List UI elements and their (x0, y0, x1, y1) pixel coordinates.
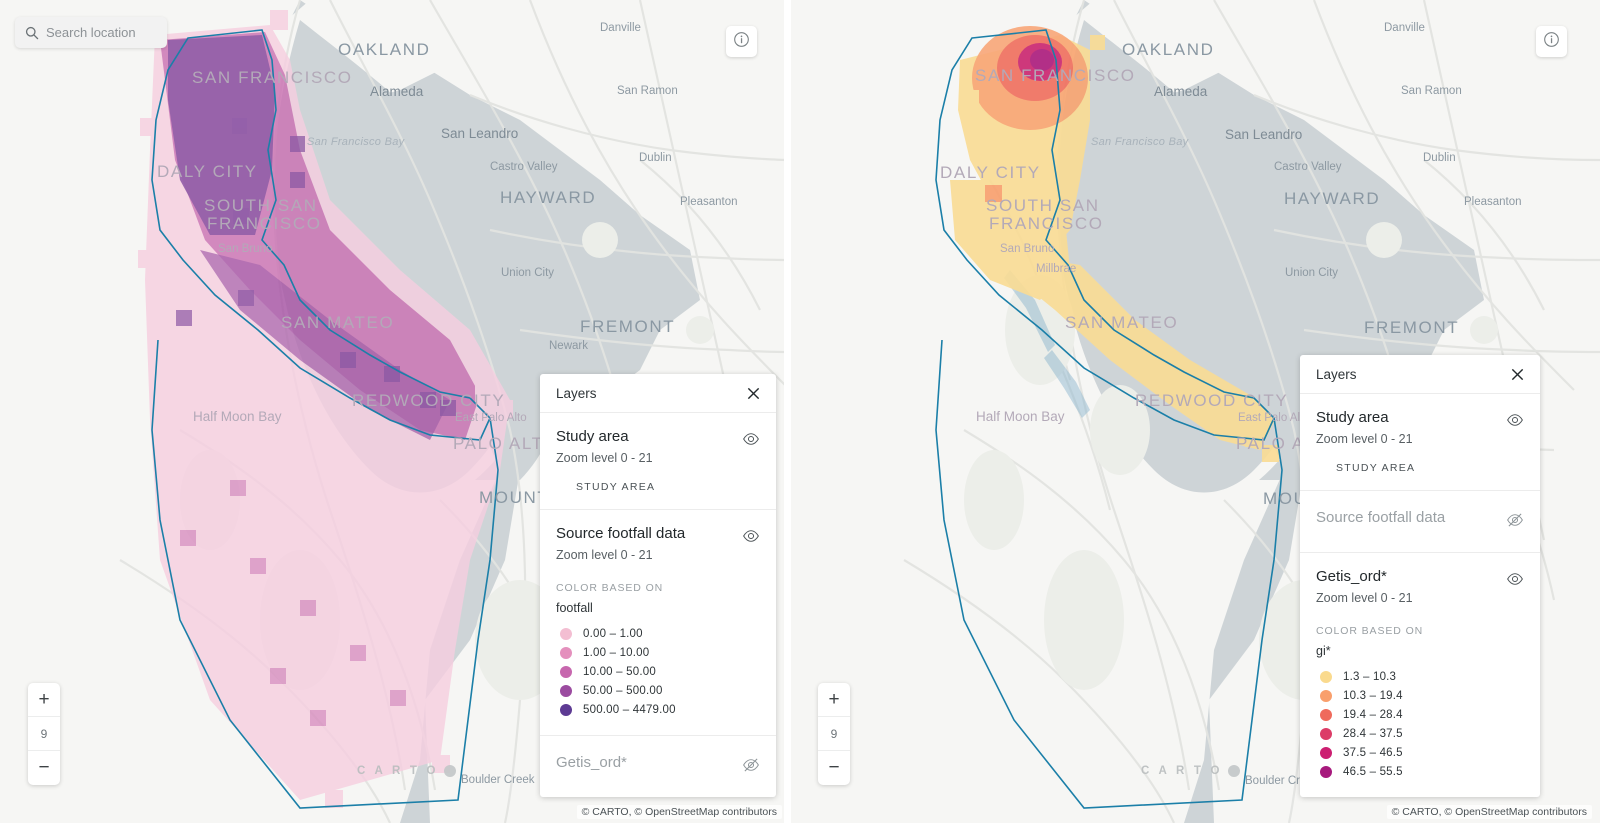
legend-swatch (1320, 765, 1332, 778)
carto-watermark-right: C A R T O (1141, 765, 1240, 777)
legend-item: 28.4 – 37.5 (1316, 724, 1524, 743)
legend-swatch (1320, 727, 1332, 740)
layer-name: Study area (556, 428, 629, 445)
layer-section-study-area-right[interactable]: Study area Zoom level 0 - 21 STUDY AREA (1300, 394, 1540, 491)
legend-swatch (1320, 689, 1332, 702)
layers-panel-left[interactable]: Layers Study area Zoom level 0 - 21 STUD… (540, 374, 776, 797)
pane-divider (784, 0, 791, 823)
eye-icon[interactable] (1506, 411, 1524, 434)
zoom-control-left[interactable]: + 9 − (28, 683, 60, 785)
search-icon (25, 26, 39, 40)
color-field-name: footfall (556, 601, 593, 615)
close-icon[interactable] (746, 386, 761, 401)
eye-off-icon[interactable] (1506, 511, 1524, 534)
legend-swatch (1320, 746, 1332, 759)
color-field-name: gi* (1316, 644, 1331, 658)
info-circle-icon (733, 31, 750, 53)
carto-watermark-left: C A R T O (357, 765, 456, 777)
legend-swatch (560, 665, 572, 678)
layer-name: Study area (1316, 409, 1389, 426)
layer-zoom-range: Zoom level 0 - 21 (1316, 591, 1413, 605)
legend-swatch (560, 684, 572, 697)
layer-zoom-range: Zoom level 0 - 21 (556, 548, 653, 562)
zoom-level-display: 9 (818, 717, 850, 751)
study-area-tag: STUDY AREA (576, 481, 656, 493)
legend-footfall: 0.00 – 1.00 1.00 – 10.00 10.00 – 50.00 50.0… (556, 624, 760, 719)
layer-zoom-range: Zoom level 0 - 21 (1316, 432, 1413, 446)
carto-dot-icon (1227, 765, 1240, 777)
eye-icon[interactable] (1506, 570, 1524, 593)
layer-name: Source footfall data (556, 525, 686, 542)
legend-item: 10.00 – 50.00 (556, 662, 760, 681)
carto-wordmark: C A R T O (1141, 765, 1223, 777)
layer-section-source-footfall-right[interactable]: Source footfall data (1300, 491, 1540, 553)
study-area-tag: STUDY AREA (1336, 462, 1416, 474)
legend-swatch (560, 703, 572, 716)
color-based-on-label: COLOR BASED ON (556, 582, 664, 594)
map-info-button-right[interactable] (1536, 26, 1567, 57)
legend-label: 50.00 – 500.00 (583, 684, 663, 697)
layers-panel-title: Layers (556, 386, 597, 401)
search-input[interactable] (46, 25, 157, 40)
legend-label: 0.00 – 1.00 (583, 627, 643, 640)
zoom-out-button[interactable]: − (28, 751, 60, 785)
carto-dot-icon (443, 765, 456, 777)
legend-label: 10.00 – 50.00 (583, 665, 656, 678)
carto-wordmark: C A R T O (357, 765, 439, 777)
layers-panel-right[interactable]: Layers Study area Zoom level 0 - 21 STUD… (1300, 355, 1540, 797)
layers-panel-header-right: Layers (1300, 355, 1540, 394)
zoom-out-button[interactable]: − (818, 751, 850, 785)
legend-item: 50.00 – 500.00 (556, 681, 760, 700)
map-info-button-left[interactable] (726, 26, 757, 57)
layer-section-study-area-left[interactable]: Study area Zoom level 0 - 21 STUDY AREA (540, 413, 776, 510)
zoom-in-button[interactable]: + (28, 683, 60, 717)
legend-swatch (560, 646, 572, 659)
zoom-control-right[interactable]: + 9 − (818, 683, 850, 785)
legend-swatch (1320, 708, 1332, 721)
zoom-level-display: 9 (28, 717, 60, 751)
legend-label: 37.5 – 46.5 (1343, 746, 1403, 759)
legend-swatch (560, 627, 572, 640)
eye-icon[interactable] (742, 527, 760, 550)
close-icon[interactable] (1510, 367, 1525, 382)
legend-label: 1.3 – 10.3 (1343, 670, 1397, 683)
eye-off-icon[interactable] (742, 756, 760, 779)
map-pane-left[interactable]: OAKLAND Danville Alameda San Ramon San Leand… (0, 0, 790, 823)
legend-item: 46.5 – 55.5 (1316, 762, 1524, 781)
legend-item: 1.3 – 10.3 (1316, 667, 1524, 686)
legend-getis-ord: 1.3 – 10.3 10.3 – 19.4 19.4 – 28.4 28.4 – 3… (1316, 667, 1524, 781)
legend-item: 37.5 – 46.5 (1316, 743, 1524, 762)
legend-label: 10.3 – 19.4 (1343, 689, 1403, 702)
legend-label: 1.00 – 10.00 (583, 646, 650, 659)
legend-item: 500.00 – 4479.00 (556, 700, 760, 719)
legend-item: 19.4 – 28.4 (1316, 705, 1524, 724)
layer-section-getis-ord-right[interactable]: Getis_ord* Zoom level 0 - 21 COLOR BASED… (1300, 553, 1540, 797)
layer-name: Getis_ord* (556, 754, 627, 771)
layer-zoom-range: Zoom level 0 - 21 (556, 451, 653, 465)
layer-section-getis-ord-left[interactable]: Getis_ord* (540, 736, 776, 797)
eye-icon[interactable] (742, 430, 760, 453)
legend-item: 1.00 – 10.00 (556, 643, 760, 662)
layer-name: Source footfall data (1316, 509, 1446, 526)
legend-swatch (1320, 670, 1332, 683)
info-circle-icon (1543, 31, 1560, 53)
attribution-right[interactable]: © CARTO, © OpenStreetMap contributors (1386, 805, 1592, 819)
map-pane-right[interactable]: OAKLAND Danville Alameda San Ramon San Leand… (790, 0, 1600, 823)
zoom-in-button[interactable]: + (818, 683, 850, 717)
layer-section-source-footfall-left[interactable]: Source footfall data Zoom level 0 - 21 C… (540, 510, 776, 736)
dual-map-comparison-view: OAKLAND Danville Alameda San Ramon San Leand… (0, 0, 1600, 823)
attribution-left[interactable]: © CARTO, © OpenStreetMap contributors (576, 805, 782, 819)
legend-label: 19.4 – 28.4 (1343, 708, 1403, 721)
legend-label: 500.00 – 4479.00 (583, 703, 676, 716)
legend-item: 0.00 – 1.00 (556, 624, 760, 643)
legend-label: 28.4 – 37.5 (1343, 727, 1403, 740)
search-location-box[interactable] (15, 17, 167, 48)
layer-name: Getis_ord* (1316, 568, 1387, 585)
legend-item: 10.3 – 19.4 (1316, 686, 1524, 705)
layers-panel-title: Layers (1316, 367, 1357, 382)
color-based-on-label: COLOR BASED ON (1316, 625, 1424, 637)
legend-label: 46.5 – 55.5 (1343, 765, 1403, 778)
layers-panel-header-left: Layers (540, 374, 776, 413)
